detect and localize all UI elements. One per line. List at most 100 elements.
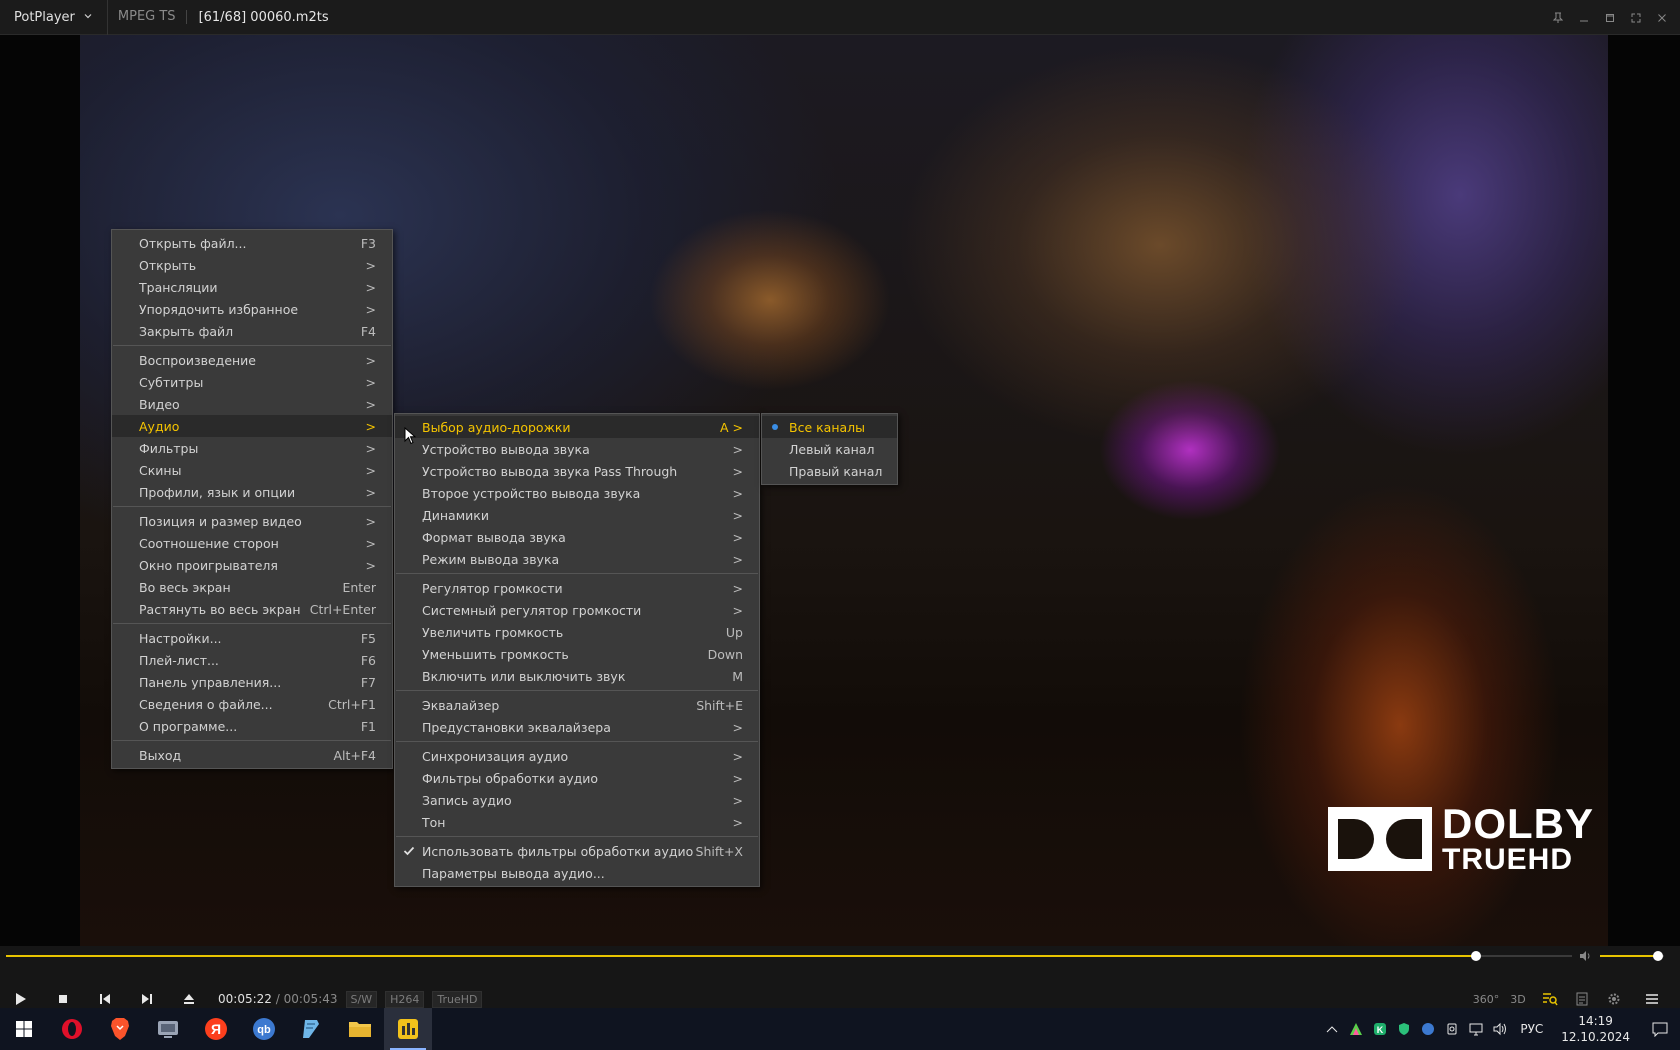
yandex-browser-icon[interactable]: Я [192, 1008, 240, 1050]
menu-separator [113, 506, 391, 507]
menu-item-left-channel[interactable]: Левый канал [762, 438, 897, 460]
menu-item-aspect-ratio[interactable]: Соотношение сторон > [112, 532, 392, 554]
file-manager-icon[interactable] [144, 1008, 192, 1050]
device-icon[interactable] [1440, 1008, 1464, 1050]
volume-slider[interactable] [1600, 951, 1664, 961]
context-menu: Открыть файл... F3 Открыть > Трансляции > У… [111, 229, 393, 769]
color-tool-icon[interactable] [1344, 1008, 1368, 1050]
menu-item-video-position[interactable]: Позиция и размер видео > [112, 510, 392, 532]
menu-item-settings[interactable]: Настройки... F5 [112, 627, 392, 649]
notification-icon[interactable] [1640, 1008, 1680, 1050]
menu-item-player-window[interactable]: Окно проигрывателя > [112, 554, 392, 576]
qbittorrent-icon[interactable]: qb [240, 1008, 288, 1050]
menu-item-output-mode[interactable]: Режим вывода звука > [395, 548, 759, 570]
menu-item-stretch-fullscreen[interactable]: Растянуть во весь экран Ctrl+Enter [112, 598, 392, 620]
menu-item-right-channel[interactable]: Правый канал [762, 460, 897, 482]
menu-item-audio-record[interactable]: Запись аудио > [395, 789, 759, 811]
app-menu-button[interactable]: PotPlayer [0, 0, 108, 35]
menu-separator [113, 623, 391, 624]
volume-tray-icon[interactable] [1488, 1008, 1512, 1050]
pin-icon[interactable] [1548, 8, 1568, 28]
kaspersky-icon[interactable]: K [1368, 1008, 1392, 1050]
checkmark-icon [402, 844, 416, 858]
clock-time: 14:19 [1578, 1014, 1613, 1028]
menu-item-filters[interactable]: Фильтры > [112, 437, 392, 459]
menu-item-volume-up[interactable]: Увеличить громкость Up [395, 621, 759, 643]
menu-item-broadcasts[interactable]: Трансляции > [112, 276, 392, 298]
menu-item-skins[interactable]: Скины > [112, 459, 392, 481]
menu-item-second-device[interactable]: Второе устройство вывода звука > [395, 482, 759, 504]
dolby-mark-icon [1328, 807, 1432, 871]
menu-separator [113, 345, 391, 346]
minimize-icon[interactable] [1574, 8, 1594, 28]
menu-item-eq-presets[interactable]: Предустановки эквалайзера > [395, 716, 759, 738]
potplayer-taskbar-icon[interactable] [384, 1008, 432, 1050]
menu-item-file-info[interactable]: Сведения о файле... Ctrl+F1 [112, 693, 392, 715]
menu-item-fullscreen[interactable]: Во весь экран Enter [112, 576, 392, 598]
menu-item-exit[interactable]: Выход Alt+F4 [112, 744, 392, 766]
menu-item-equalizer[interactable]: Эквалайзер Shift+E [395, 694, 759, 716]
decoder-badge[interactable]: S/W [345, 990, 378, 1008]
dolby-logo-line2: TRUEHD [1442, 843, 1573, 876]
app-name: PotPlayer [14, 9, 75, 25]
menu-item-playlist[interactable]: Плей-лист... F6 [112, 649, 392, 671]
opera-browser-icon[interactable] [48, 1008, 96, 1050]
system-tray: K РУС 14:19 12.10.2024 [1320, 1008, 1680, 1050]
menu-item-volume-down[interactable]: Уменьшить громкость Down [395, 643, 759, 665]
menu-item-video[interactable]: Видео > [112, 393, 392, 415]
shield-icon[interactable] [1392, 1008, 1416, 1050]
seek-bar-handle[interactable] [1471, 951, 1482, 961]
speaker-icon[interactable] [1578, 949, 1592, 963]
menu-item-close-file[interactable]: Закрыть файл F4 [112, 320, 392, 342]
language-indicator[interactable]: РУС [1512, 1022, 1551, 1036]
menu-item-use-audio-filters[interactable]: Использовать фильтры обработки аудио Shif… [395, 840, 759, 862]
menu-item-all-channels[interactable]: Все каналы [762, 416, 897, 438]
time-separator: / [275, 992, 280, 1006]
network-icon[interactable] [1464, 1008, 1488, 1050]
brave-browser-icon[interactable] [96, 1008, 144, 1050]
windows-start-icon[interactable] [0, 1008, 48, 1050]
radio-selected-icon [772, 424, 778, 430]
clock-date: 12.10.2024 [1561, 1030, 1630, 1044]
svg-text:K: K [1377, 1025, 1384, 1035]
volume-handle[interactable] [1652, 951, 1663, 961]
file-title: [61/68] 00060.m2ts [198, 9, 329, 25]
menu-item-profiles[interactable]: Профили, язык и опции > [112, 481, 392, 503]
menu-item-about[interactable]: О программе... F1 [112, 715, 392, 737]
menu-separator [113, 740, 391, 741]
menu-item-pitch[interactable]: Тон > [395, 811, 759, 833]
menu-item-audio-output-params[interactable]: Параметры вывода аудио... [395, 862, 759, 884]
menu-item-mute[interactable]: Включить или выключить звук M [395, 665, 759, 687]
menu-item-audio-track[interactable]: Выбор аудио-дорожки A > [395, 416, 759, 438]
menu-item-output-format[interactable]: Формат вывода звука > [395, 526, 759, 548]
menu-item-organize-favorites[interactable]: Упорядочить избранное > [112, 298, 392, 320]
menu-item-control-panel[interactable]: Панель управления... F7 [112, 671, 392, 693]
menu-item-volume-control[interactable]: Регулятор громкости > [395, 577, 759, 599]
audio-codec-badge[interactable]: TrueHD [432, 990, 483, 1008]
explorer-folder-icon[interactable] [336, 1008, 384, 1050]
menu-item-speakers[interactable]: Динамики > [395, 504, 759, 526]
close-icon[interactable] [1652, 8, 1672, 28]
menu-item-audio-sync[interactable]: Синхронизация аудио > [395, 745, 759, 767]
fullscreen-icon[interactable] [1626, 8, 1646, 28]
video-codec-badge[interactable]: H264 [385, 990, 425, 1008]
clock[interactable]: 14:19 12.10.2024 [1551, 1013, 1640, 1045]
menu-item-audio[interactable]: Аудио > [112, 415, 392, 437]
menu-item-subtitles[interactable]: Субтитры > [112, 371, 392, 393]
menu-item-open-file[interactable]: Открыть файл... F3 [112, 232, 392, 254]
notepad-icon[interactable] [288, 1008, 336, 1050]
menu-item-playback[interactable]: Воспроизведение > [112, 349, 392, 371]
menu-item-passthrough-device[interactable]: Устройство вывода звука Pass Through > [395, 460, 759, 482]
seek-bar-progress [6, 955, 1477, 957]
seek-bar[interactable] [6, 951, 1572, 961]
menu-item-open[interactable]: Открыть > [112, 254, 392, 276]
menu-item-audio-filters[interactable]: Фильтры обработки аудио > [395, 767, 759, 789]
menu-item-output-device[interactable]: Устройство вывода звука > [395, 438, 759, 460]
channel-submenu: Все каналы Левый канал Правый канал [761, 413, 898, 485]
menu-separator [396, 690, 758, 691]
qbittorrent-tray-icon[interactable] [1416, 1008, 1440, 1050]
tray-expand-icon[interactable] [1320, 1008, 1344, 1050]
dolby-logo: DOLBY TRUEHD [1328, 803, 1594, 875]
menu-item-system-volume[interactable]: Системный регулятор громкости > [395, 599, 759, 621]
maximize-icon[interactable] [1600, 8, 1620, 28]
